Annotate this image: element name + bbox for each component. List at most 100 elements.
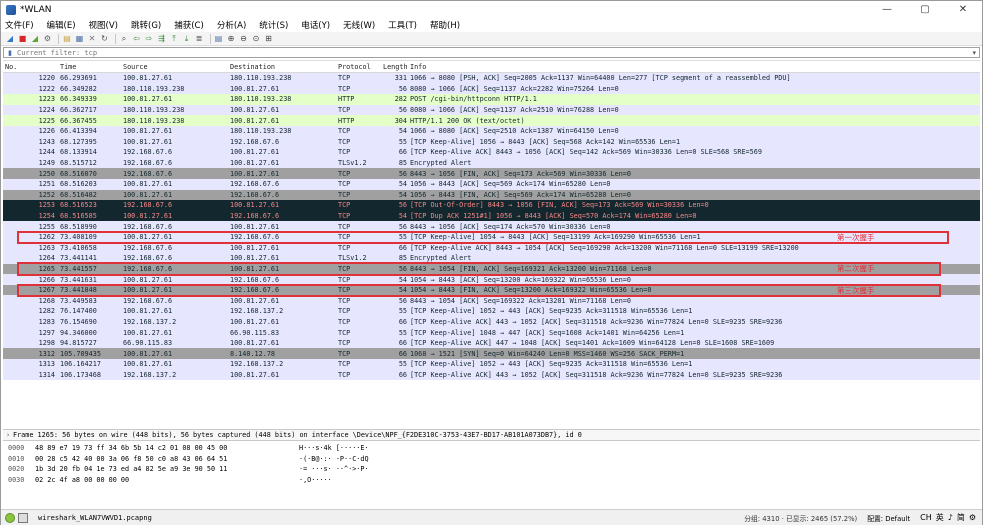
open-file-icon[interactable]: ▤ xyxy=(62,34,72,44)
menu-item-2[interactable]: 视图(V) xyxy=(89,19,118,31)
packet-row[interactable]: 1312 105.709435 100.81.27.61 8.140.12.78 TCP… xyxy=(3,348,980,360)
packet-row[interactable]: 1220 66.293691 100.81.27.61 180.110.193.238… xyxy=(3,73,980,84)
packet-row[interactable]: 1298 94.815727 66.90.115.83 100.81.27.61 TCP… xyxy=(3,337,980,349)
shark-fin-start-icon[interactable]: ◢ xyxy=(5,34,15,44)
column-header-protocol[interactable]: Protocol xyxy=(338,63,383,71)
maximize-button[interactable]: ▢ xyxy=(906,1,944,18)
menu-item-7[interactable]: 电话(Y) xyxy=(301,19,330,31)
hex-bytes[interactable]: 00 28 c5 42 40 00 3a 06 f8 50 c0 a8 43 0… xyxy=(33,455,299,466)
last-packet-icon[interactable]: ⤓ xyxy=(182,34,192,44)
ime-item-4[interactable]: ⚙ xyxy=(969,513,976,522)
bookmark-filter-icon[interactable]: ▮ xyxy=(5,48,15,57)
colorize-icon[interactable]: ▤ xyxy=(214,34,224,44)
packet-row[interactable]: 1267 73.441848 100.81.27.61 192.168.67.6 TCP… xyxy=(3,284,980,296)
packet-row[interactable]: 1252 68.516482 100.81.27.61 192.168.67.6 TCP… xyxy=(3,189,980,201)
display-filter-input[interactable] xyxy=(15,48,915,57)
stop-capture-icon[interactable]: ■ xyxy=(18,34,28,44)
close-file-icon[interactable]: ✕ xyxy=(87,34,97,44)
packet-info: [TCP Keep-Alive] 1054 → 8443 [ACK] Seq=1… xyxy=(410,233,701,242)
restart-capture-icon[interactable]: ◢ xyxy=(30,34,40,44)
packet-row[interactable]: 1268 73.449583 192.168.67.6 100.81.27.61 TCP… xyxy=(3,295,980,307)
packet-row[interactable]: 1254 68.516585 100.81.27.61 192.168.67.6 TCP… xyxy=(3,210,980,222)
hex-offset[interactable]: 0000 xyxy=(3,444,33,455)
packet-row[interactable]: 1265 73.441557 192.168.67.6 100.81.27.61 TCP… xyxy=(3,263,980,275)
packet-row[interactable]: 1255 68.518990 192.168.67.6 100.81.27.61 TCP… xyxy=(3,221,980,232)
hex-offset[interactable]: 0010 xyxy=(3,455,33,466)
normal-size-icon[interactable]: ⊙ xyxy=(251,34,261,44)
packet-row[interactable]: 1226 66.413394 100.81.27.61 180.110.193.238… xyxy=(3,125,980,137)
zoom-in-icon[interactable]: ⊕ xyxy=(226,34,236,44)
packet-row[interactable]: 1262 73.408109 100.81.27.61 192.168.67.6 TCP… xyxy=(3,231,980,243)
hex-ascii[interactable]: ·,O····· xyxy=(299,476,419,487)
packet-row[interactable]: 1313 106.164217 100.81.27.61 192.168.137.2 T… xyxy=(3,359,980,370)
packet-row[interactable]: 1282 76.147400 100.81.27.61 192.168.137.2 TC… xyxy=(3,306,980,317)
hex-ascii[interactable]: ·= ···s· ··^·>·P· xyxy=(299,465,419,476)
expert-info-icon[interactable] xyxy=(18,512,28,523)
close-button[interactable]: ✕ xyxy=(944,1,982,18)
save-file-icon[interactable]: ▦ xyxy=(75,34,85,44)
profile-label[interactable]: 配置: Default xyxy=(867,513,910,523)
packet-row[interactable]: 1314 106.173468 192.168.137.2 100.81.27.61 T… xyxy=(3,369,980,381)
menu-item-5[interactable]: 分析(A) xyxy=(217,19,246,31)
menu-item-0[interactable]: 文件(F) xyxy=(5,19,34,31)
reload-icon[interactable]: ↻ xyxy=(100,34,110,44)
packet-row[interactable]: 1283 76.154690 192.168.137.2 100.81.27.61 TC… xyxy=(3,316,980,328)
packet-row[interactable]: 1253 68.516523 192.168.67.6 100.81.27.61 TCP… xyxy=(3,200,980,211)
packet-row[interactable]: 1223 66.349339 100.81.27.61 180.110.193.238… xyxy=(3,94,980,105)
hex-bytes[interactable]: 02 2c 4f a8 00 00 00 00 xyxy=(33,476,299,487)
hex-offset[interactable]: 0020 xyxy=(3,465,33,476)
column-header-length[interactable]: Length xyxy=(383,63,410,71)
packet-time: 66.362717 xyxy=(60,106,97,115)
packet-row[interactable]: 1250 68.516070 192.168.67.6 100.81.27.61 TCP… xyxy=(3,168,980,179)
column-header-source[interactable]: Source xyxy=(123,63,230,71)
packet-row[interactable]: 1249 68.515712 192.168.67.6 100.81.27.61 TLS… xyxy=(3,157,980,169)
go-back-icon[interactable]: ⇦ xyxy=(132,34,142,44)
hex-bytes[interactable]: 1b 3d 20 fb 04 1e 73 ed a4 82 5e a9 3e 9… xyxy=(33,465,299,476)
packet-row[interactable]: 1225 66.367455 180.110.193.238 100.81.27.61… xyxy=(3,115,980,126)
packet-row[interactable]: 1263 73.410658 192.168.67.6 100.81.27.61 TCP… xyxy=(3,242,980,254)
find-packet-icon[interactable]: ⌕ xyxy=(119,34,129,44)
column-header-no[interactable]: No. xyxy=(3,63,60,71)
resize-columns-icon[interactable]: ⊞ xyxy=(264,34,274,44)
menu-item-9[interactable]: 工具(T) xyxy=(388,19,417,31)
ime-item-0[interactable]: CH xyxy=(920,513,932,522)
zoom-out-icon[interactable]: ⊖ xyxy=(239,34,249,44)
minimize-button[interactable]: — xyxy=(868,1,906,18)
packet-row[interactable]: 1251 68.516203 100.81.27.61 192.168.67.6 TCP… xyxy=(3,178,980,190)
hex-bytes[interactable]: 48 89 e7 19 73 ff 34 6b 5b 14 c2 01 08 0… xyxy=(33,444,299,455)
menu-item-10[interactable]: 帮助(H) xyxy=(430,19,460,31)
packet-destination: 100.81.27.61 xyxy=(230,317,280,326)
packet-no: 1222 xyxy=(38,84,55,93)
first-packet-icon[interactable]: ⤒ xyxy=(169,34,179,44)
packet-row[interactable]: 1224 66.362717 180.110.193.238 100.81.27.61… xyxy=(3,104,980,116)
menu-item-6[interactable]: 统计(S) xyxy=(259,19,288,31)
packet-info: Encrypted Alert xyxy=(410,159,472,168)
autoscroll-icon[interactable]: ≣ xyxy=(194,34,204,44)
packet-row[interactable]: 1244 68.133914 192.168.67.6 100.81.27.61 TCP… xyxy=(3,147,980,158)
packet-row[interactable]: 1264 73.441141 192.168.67.6 100.81.27.61 TLS… xyxy=(3,253,980,264)
capture-status-icon[interactable] xyxy=(5,512,15,523)
go-forward-icon[interactable]: ⇨ xyxy=(144,34,154,44)
packet-row[interactable]: 1243 68.127395 100.81.27.61 192.168.67.6 TCP… xyxy=(3,136,980,148)
hex-offset[interactable]: 0030 xyxy=(3,476,33,487)
filter-expression-icon[interactable]: ▾ xyxy=(972,49,976,57)
menu-item-3[interactable]: 跳转(G) xyxy=(131,19,161,31)
column-header-time[interactable]: Time xyxy=(60,63,123,71)
menu-item-8[interactable]: 无线(W) xyxy=(343,19,375,31)
ime-item-2[interactable]: ♪ xyxy=(948,513,953,522)
column-header-destination[interactable]: Destination xyxy=(230,63,338,71)
menu-item-1[interactable]: 编辑(E) xyxy=(47,19,76,31)
hex-ascii[interactable]: H···s·4k [·····E· xyxy=(299,444,419,455)
ime-item-1[interactable]: 英 xyxy=(936,512,944,523)
ime-item-3[interactable]: 简 xyxy=(957,512,965,523)
expand-arrow-icon[interactable]: › xyxy=(3,431,13,439)
go-to-packet-icon[interactable]: ⇶ xyxy=(157,34,167,44)
frame-summary[interactable]: Frame 1265: 56 bytes on wire (448 bits),… xyxy=(13,431,582,439)
packet-row[interactable]: 1266 73.441631 100.81.27.61 192.168.67.6 TCP… xyxy=(3,274,980,285)
hex-ascii[interactable]: ·(·B@·:· ·P··C·dQ xyxy=(299,455,419,466)
capture-options-icon[interactable]: ⚙ xyxy=(43,34,53,44)
packet-row[interactable]: 1297 94.346000 100.81.27.61 66.90.115.83 TCP… xyxy=(3,327,980,338)
column-header-info[interactable]: Info xyxy=(410,63,980,71)
packet-row[interactable]: 1222 66.349282 180.110.193.238 100.81.27.61… xyxy=(3,83,980,95)
menu-item-4[interactable]: 捕获(C) xyxy=(174,19,204,31)
